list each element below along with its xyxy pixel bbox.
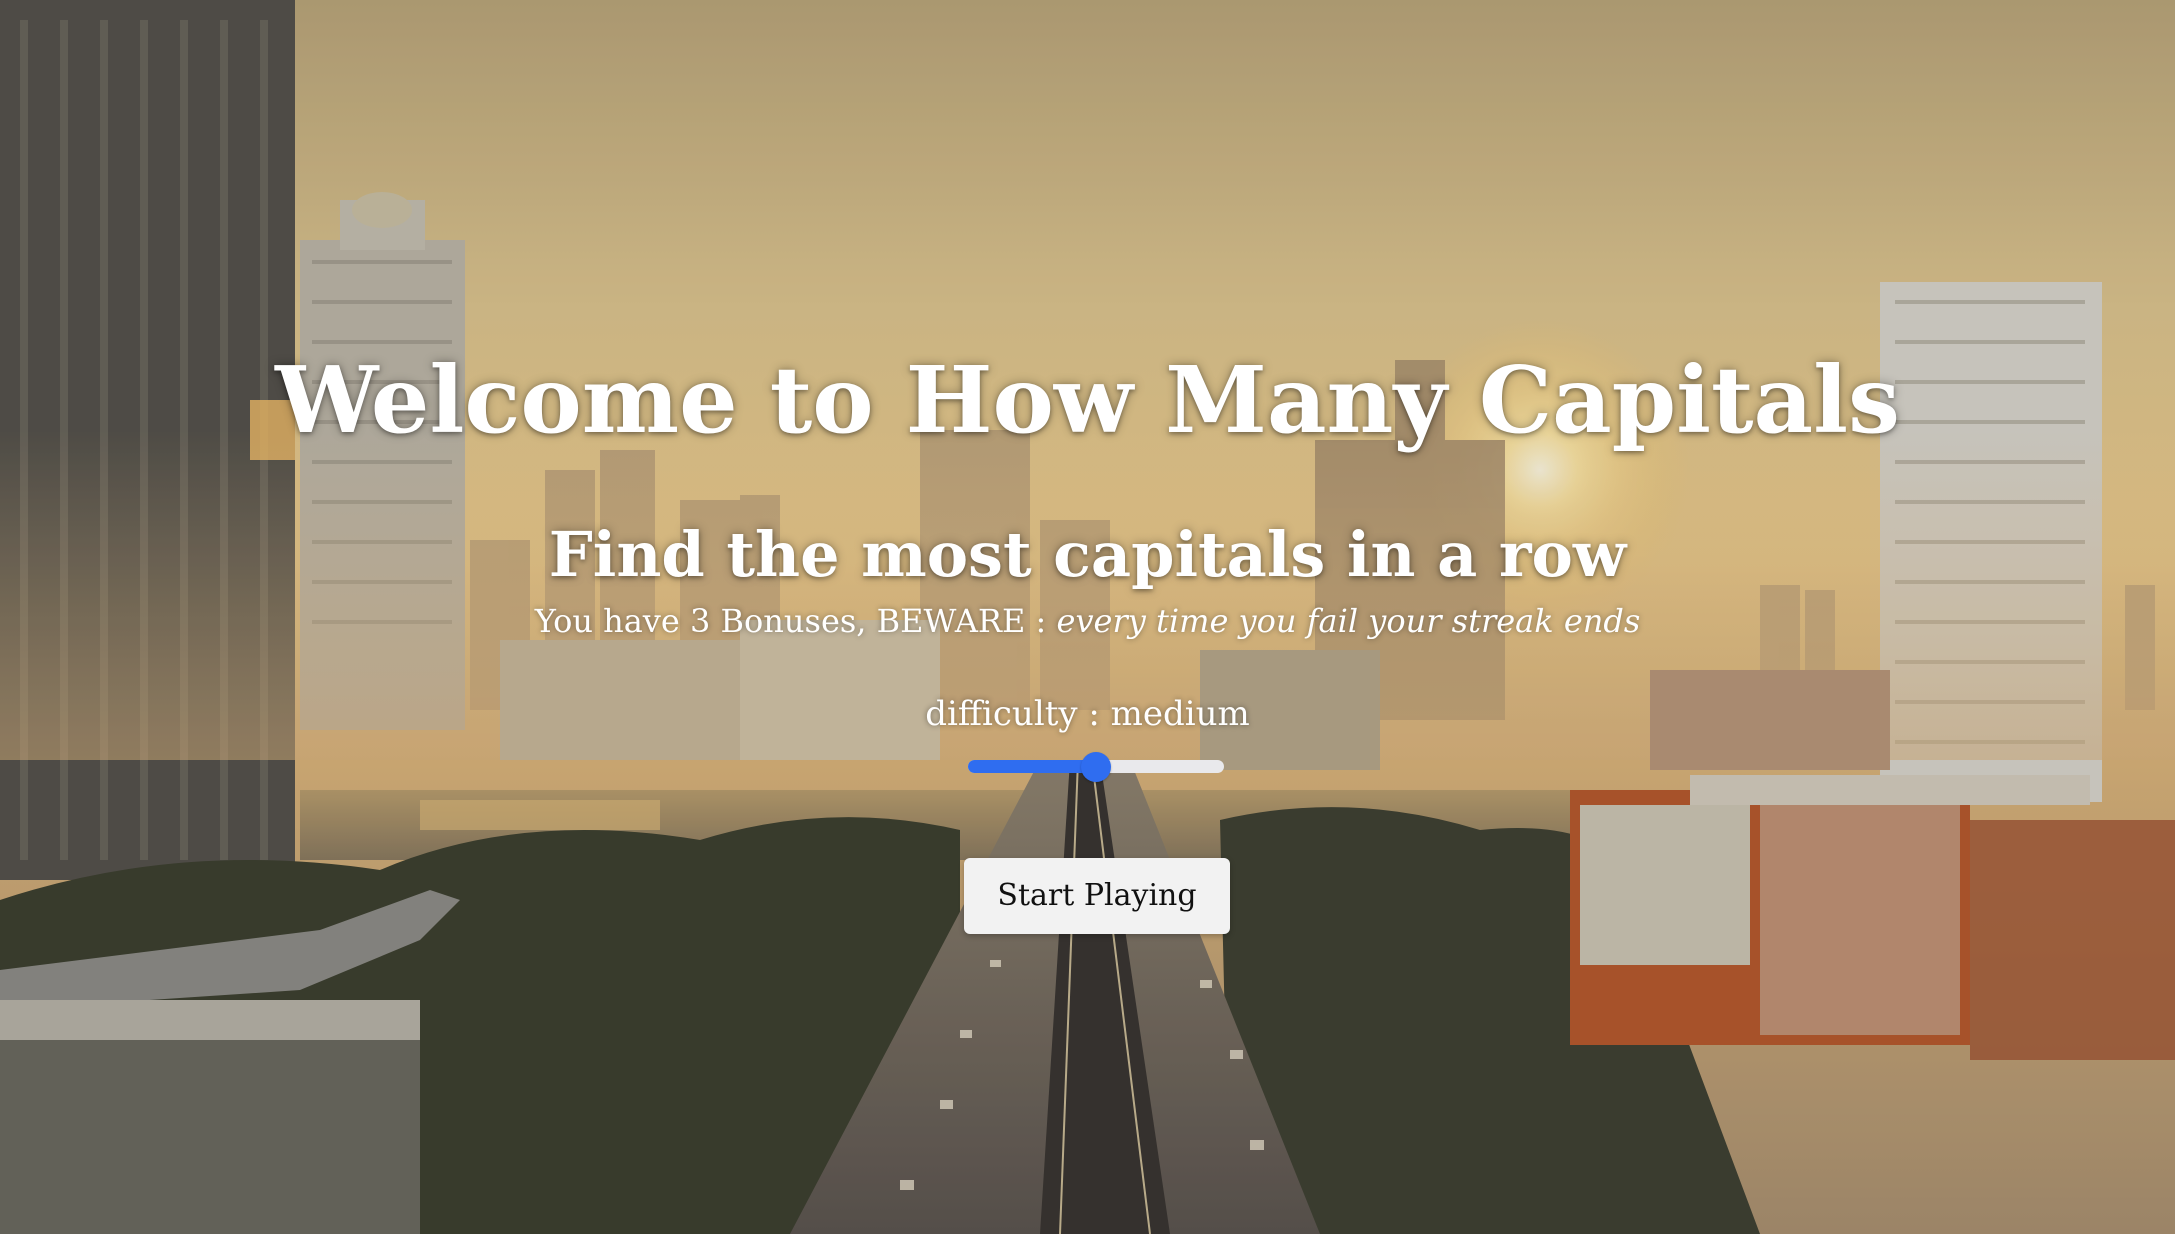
bonus-info: You have 3 Bonuses, BEWARE : every time … [0,598,2175,644]
page: Welcome to How Many Capitals Find the mo… [0,0,2175,1234]
slider-thumb[interactable] [1081,752,1111,782]
difficulty-slider[interactable] [968,752,1224,782]
welcome-panel: Welcome to How Many Capitals Find the mo… [0,0,2175,1234]
difficulty-label: difficulty : medium [925,694,1250,734]
bonus-text: You have 3 Bonuses, BEWARE : [534,602,1047,640]
page-title: Welcome to How Many Capitals [275,346,1900,454]
start-playing-button[interactable]: Start Playing [964,858,1230,934]
slider-fill [968,760,1096,773]
streak-warning-text: every time you fail your streak ends [1056,602,1641,640]
page-subtitle: Find the most capitals in a row [548,518,1627,591]
